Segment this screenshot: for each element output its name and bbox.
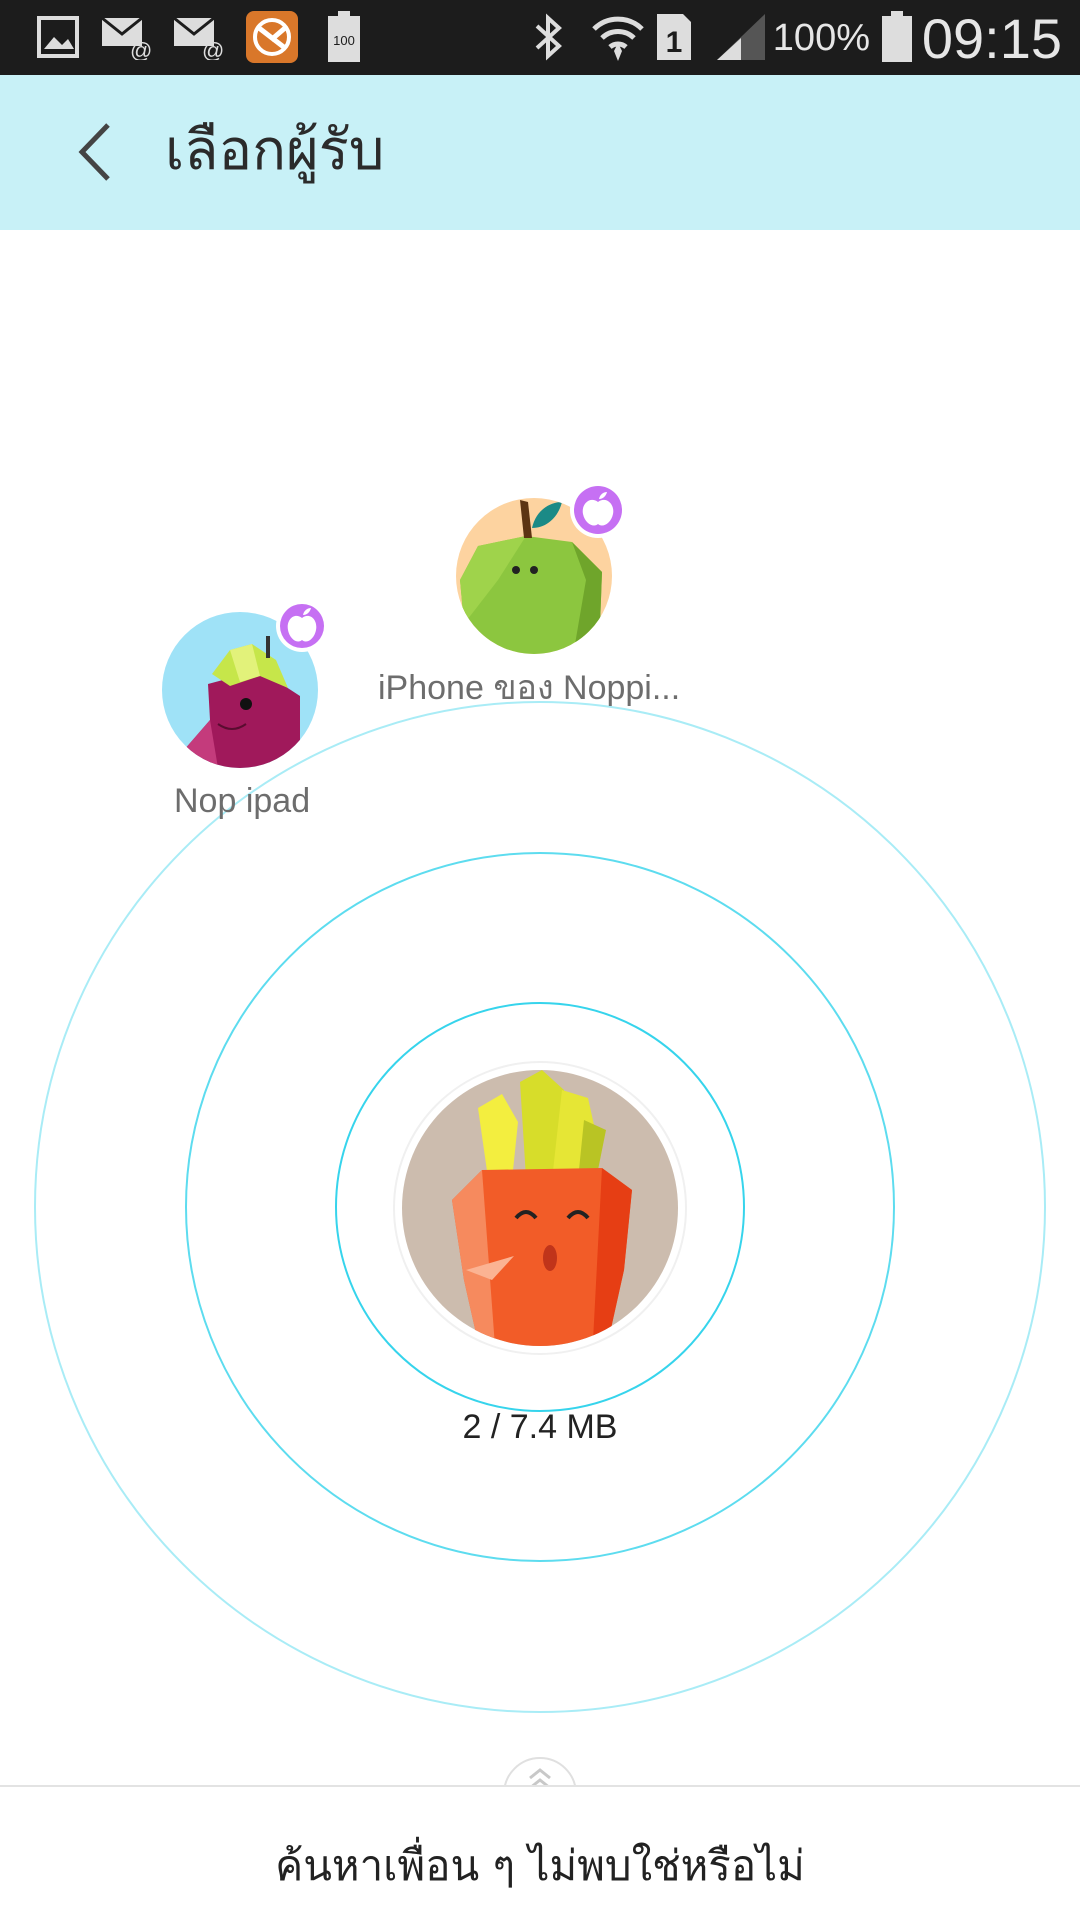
app-notification-icon [244, 11, 300, 63]
svg-text:@: @ [130, 38, 152, 60]
bluetooth-icon [528, 12, 568, 62]
peer-label: Nop ipad [174, 782, 311, 820]
transfer-size-label: 2 / 7.4 MB [462, 1408, 618, 1446]
eggplant-avatar-icon [162, 600, 328, 768]
wifi-icon [590, 12, 646, 62]
svg-text:1: 1 [666, 26, 683, 59]
back-button[interactable] [70, 117, 130, 187]
battery-percent: 100% [772, 17, 870, 59]
apple-avatar-icon [456, 482, 626, 654]
email-icon: @ [172, 12, 228, 62]
self-avatar [392, 1060, 688, 1356]
peer-label: iPhone ของ Noppi... [378, 669, 681, 707]
app-bar: เลือกผู้รับ [0, 75, 1080, 230]
page-title: เลือกผู้รับ [165, 118, 385, 183]
peer-nop-ipad[interactable] [160, 600, 330, 770]
battery-100-icon: 100 [326, 11, 362, 62]
find-friends-prompt[interactable]: ค้นหาเพื่อน ๆ ไม่พบใช่หรือไม่ [0, 1833, 1080, 1899]
gallery-icon [34, 12, 82, 62]
signal-icon [714, 12, 768, 62]
bottom-sheet[interactable]: ค้นหาเพื่อน ๆ ไม่พบใช่หรือไม่ [0, 1785, 1080, 1922]
clock: 09:15 [921, 7, 1062, 70]
apple-badge-icon [276, 600, 328, 652]
radar-rings [34, 701, 1046, 1713]
peer-iphone-noppi[interactable] [454, 480, 630, 656]
email-icon: @ [100, 12, 156, 62]
apple-badge-icon [570, 482, 626, 538]
status-bar: @ @ 100 1 100% 09:15 [0, 0, 1080, 75]
svg-text:@: @ [202, 38, 224, 60]
svg-text:100: 100 [333, 33, 355, 48]
carrot-avatar-icon [393, 1061, 687, 1355]
radar-area: 2 / 7.4 MB Nop ipad iPhone ของ Noppi... [0, 230, 1080, 1790]
battery-icon [880, 11, 914, 62]
chevron-left-icon [78, 123, 110, 181]
sim-1-icon: 1 [654, 12, 694, 62]
